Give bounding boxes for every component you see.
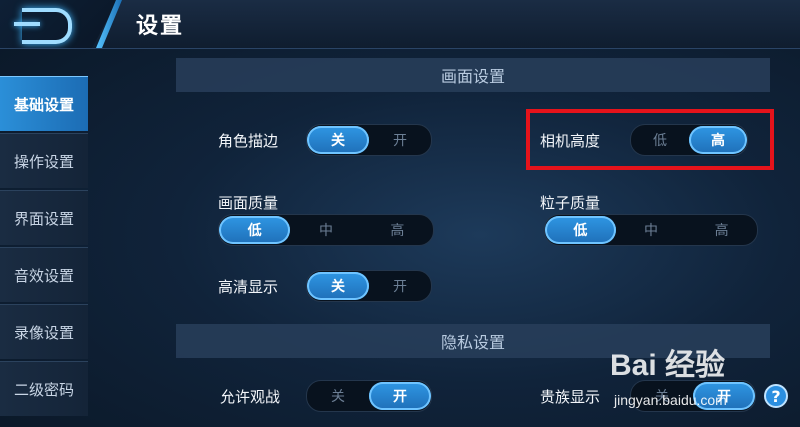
sidebar-item-basic[interactable]: 基础设置 xyxy=(0,76,88,131)
outline-option-on[interactable]: 开 xyxy=(369,126,431,154)
particle-quality-option-medium[interactable]: 中 xyxy=(616,216,687,244)
graphics-quality-option-high[interactable]: 高 xyxy=(362,216,433,244)
hd-display-option-off[interactable]: 关 xyxy=(307,272,369,300)
outline-label: 角色描边 xyxy=(218,132,279,150)
sidebar-item-audio[interactable]: 音效设置 xyxy=(0,247,88,302)
sidebar-item-secondary-password[interactable]: 二级密码 xyxy=(0,361,88,416)
noble-display-label: 贵族显示 xyxy=(540,388,601,406)
noble-display-option-off[interactable]: 关 xyxy=(631,382,693,410)
highlight-annotation xyxy=(526,109,774,170)
particle-quality-option-low[interactable]: 低 xyxy=(545,216,616,244)
sidebar: 基础设置 操作设置 界面设置 音效设置 录像设置 二级密码 xyxy=(0,76,88,418)
graphics-quality-option-low[interactable]: 低 xyxy=(219,216,291,244)
sidebar-item-controls[interactable]: 操作设置 xyxy=(0,133,88,188)
outline-option-off[interactable]: 关 xyxy=(307,126,369,154)
allow-spectate-option-on[interactable]: 开 xyxy=(369,382,431,410)
graphics-quality-option-medium[interactable]: 中 xyxy=(290,216,361,244)
graphics-quality-selector[interactable]: 低 中 高 xyxy=(218,214,434,246)
noble-display-option-on[interactable]: 开 xyxy=(693,382,755,410)
particle-quality-selector[interactable]: 低 中 高 xyxy=(544,214,758,246)
outline-toggle[interactable]: 关 开 xyxy=(306,124,432,156)
particle-quality-label: 粒子质量 xyxy=(540,194,601,212)
help-icon[interactable]: ? xyxy=(764,384,788,408)
allow-spectate-option-off[interactable]: 关 xyxy=(307,382,369,410)
hd-display-toggle[interactable]: 关 开 xyxy=(306,270,432,302)
logo-d-icon xyxy=(22,8,72,44)
noble-display-toggle[interactable]: 关 开 xyxy=(630,380,756,412)
hd-display-label: 高清显示 xyxy=(218,278,279,296)
sidebar-item-replay[interactable]: 录像设置 xyxy=(0,304,88,359)
hd-display-option-on[interactable]: 开 xyxy=(369,272,431,300)
section-header-privacy: 隐私设置 xyxy=(176,324,770,358)
graphics-quality-label: 画面质量 xyxy=(218,194,279,212)
allow-spectate-label: 允许观战 xyxy=(220,388,281,406)
page-title: 设置 xyxy=(136,14,185,39)
section-header-graphics: 画面设置 xyxy=(176,58,770,92)
particle-quality-option-high[interactable]: 高 xyxy=(686,216,757,244)
logo-bar-icon xyxy=(14,22,40,26)
sidebar-item-interface[interactable]: 界面设置 xyxy=(0,190,88,245)
allow-spectate-toggle[interactable]: 关 开 xyxy=(306,380,432,412)
top-bar: 设置 xyxy=(0,0,800,49)
